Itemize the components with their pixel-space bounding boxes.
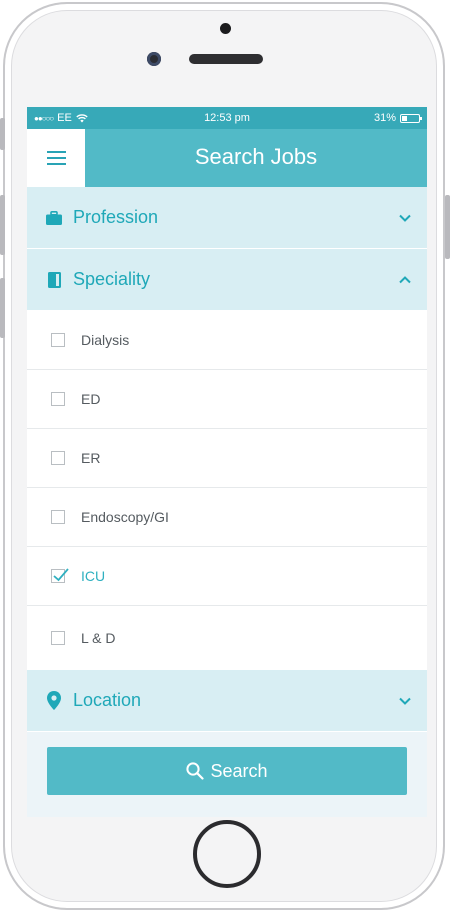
search-icon (186, 762, 205, 780)
speciality-item-label: Dialysis (81, 332, 130, 348)
battery-icon (400, 113, 422, 123)
section-location-label: Location (73, 690, 142, 710)
section-speciality[interactable]: Speciality (27, 249, 427, 311)
speciality-item[interactable]: ED (27, 370, 427, 429)
section-speciality-label: Speciality (73, 269, 151, 289)
speciality-list: Dialysis ED ER Endoscopy/GI ICU L & D (27, 311, 427, 670)
mute-switch (0, 118, 5, 150)
earpiece-speaker (189, 54, 263, 64)
signal-strength-icon: ●●○○○ (34, 113, 54, 123)
checkbox[interactable] (51, 392, 65, 406)
volume-up-button (0, 195, 5, 255)
section-location[interactable]: Location (27, 670, 427, 732)
proximity-sensor (220, 23, 231, 34)
briefcase-icon (44, 208, 64, 228)
front-camera (147, 52, 161, 66)
power-button (445, 195, 450, 259)
checkbox[interactable] (51, 451, 65, 465)
speciality-item-label: L & D (81, 630, 116, 646)
checkbox-checked[interactable] (51, 568, 69, 583)
speciality-item-label: Endoscopy/GI (81, 509, 169, 525)
speciality-item[interactable]: Dialysis (27, 311, 427, 370)
speciality-item[interactable]: L & D (27, 606, 427, 670)
page-title: Search Jobs (194, 144, 318, 169)
checkmark-icon (53, 568, 69, 582)
search-area: Search (27, 732, 427, 795)
status-bar: ●●○○○ EE 12:53 pm 31% (27, 107, 427, 129)
book-icon (44, 270, 64, 290)
battery-level (402, 115, 407, 121)
checkbox[interactable] (51, 333, 65, 347)
search-button-label: Search (210, 760, 268, 781)
map-pin-icon (44, 691, 64, 711)
speciality-item-label: ED (81, 391, 101, 407)
checkbox[interactable] (51, 510, 65, 524)
app-header: Search Jobs (27, 129, 427, 187)
speciality-item[interactable]: Endoscopy/GI (27, 488, 427, 547)
battery-percent: 31% (373, 112, 396, 124)
wifi-icon (76, 113, 88, 122)
speciality-item[interactable]: ICU (27, 547, 427, 606)
chevron-up-icon[interactable] (398, 273, 412, 287)
volume-down-button (0, 278, 5, 338)
speciality-item-label: ICU (81, 568, 106, 584)
checkbox[interactable] (51, 631, 65, 645)
search-button[interactable]: Search (47, 747, 407, 795)
speciality-item-label: ER (81, 450, 101, 466)
speciality-item[interactable]: ER (27, 429, 427, 488)
carrier-name: EE (57, 112, 72, 124)
section-profession[interactable]: Profession (27, 187, 427, 249)
app-screen: ●●○○○ EE 12:53 pm 31% Search Jobs Profes… (27, 107, 427, 817)
home-button[interactable] (193, 820, 261, 888)
hamburger-menu-icon[interactable] (27, 129, 85, 187)
chevron-down-icon[interactable] (398, 211, 412, 225)
chevron-down-icon[interactable] (398, 694, 412, 708)
section-profession-label: Profession (73, 207, 159, 227)
